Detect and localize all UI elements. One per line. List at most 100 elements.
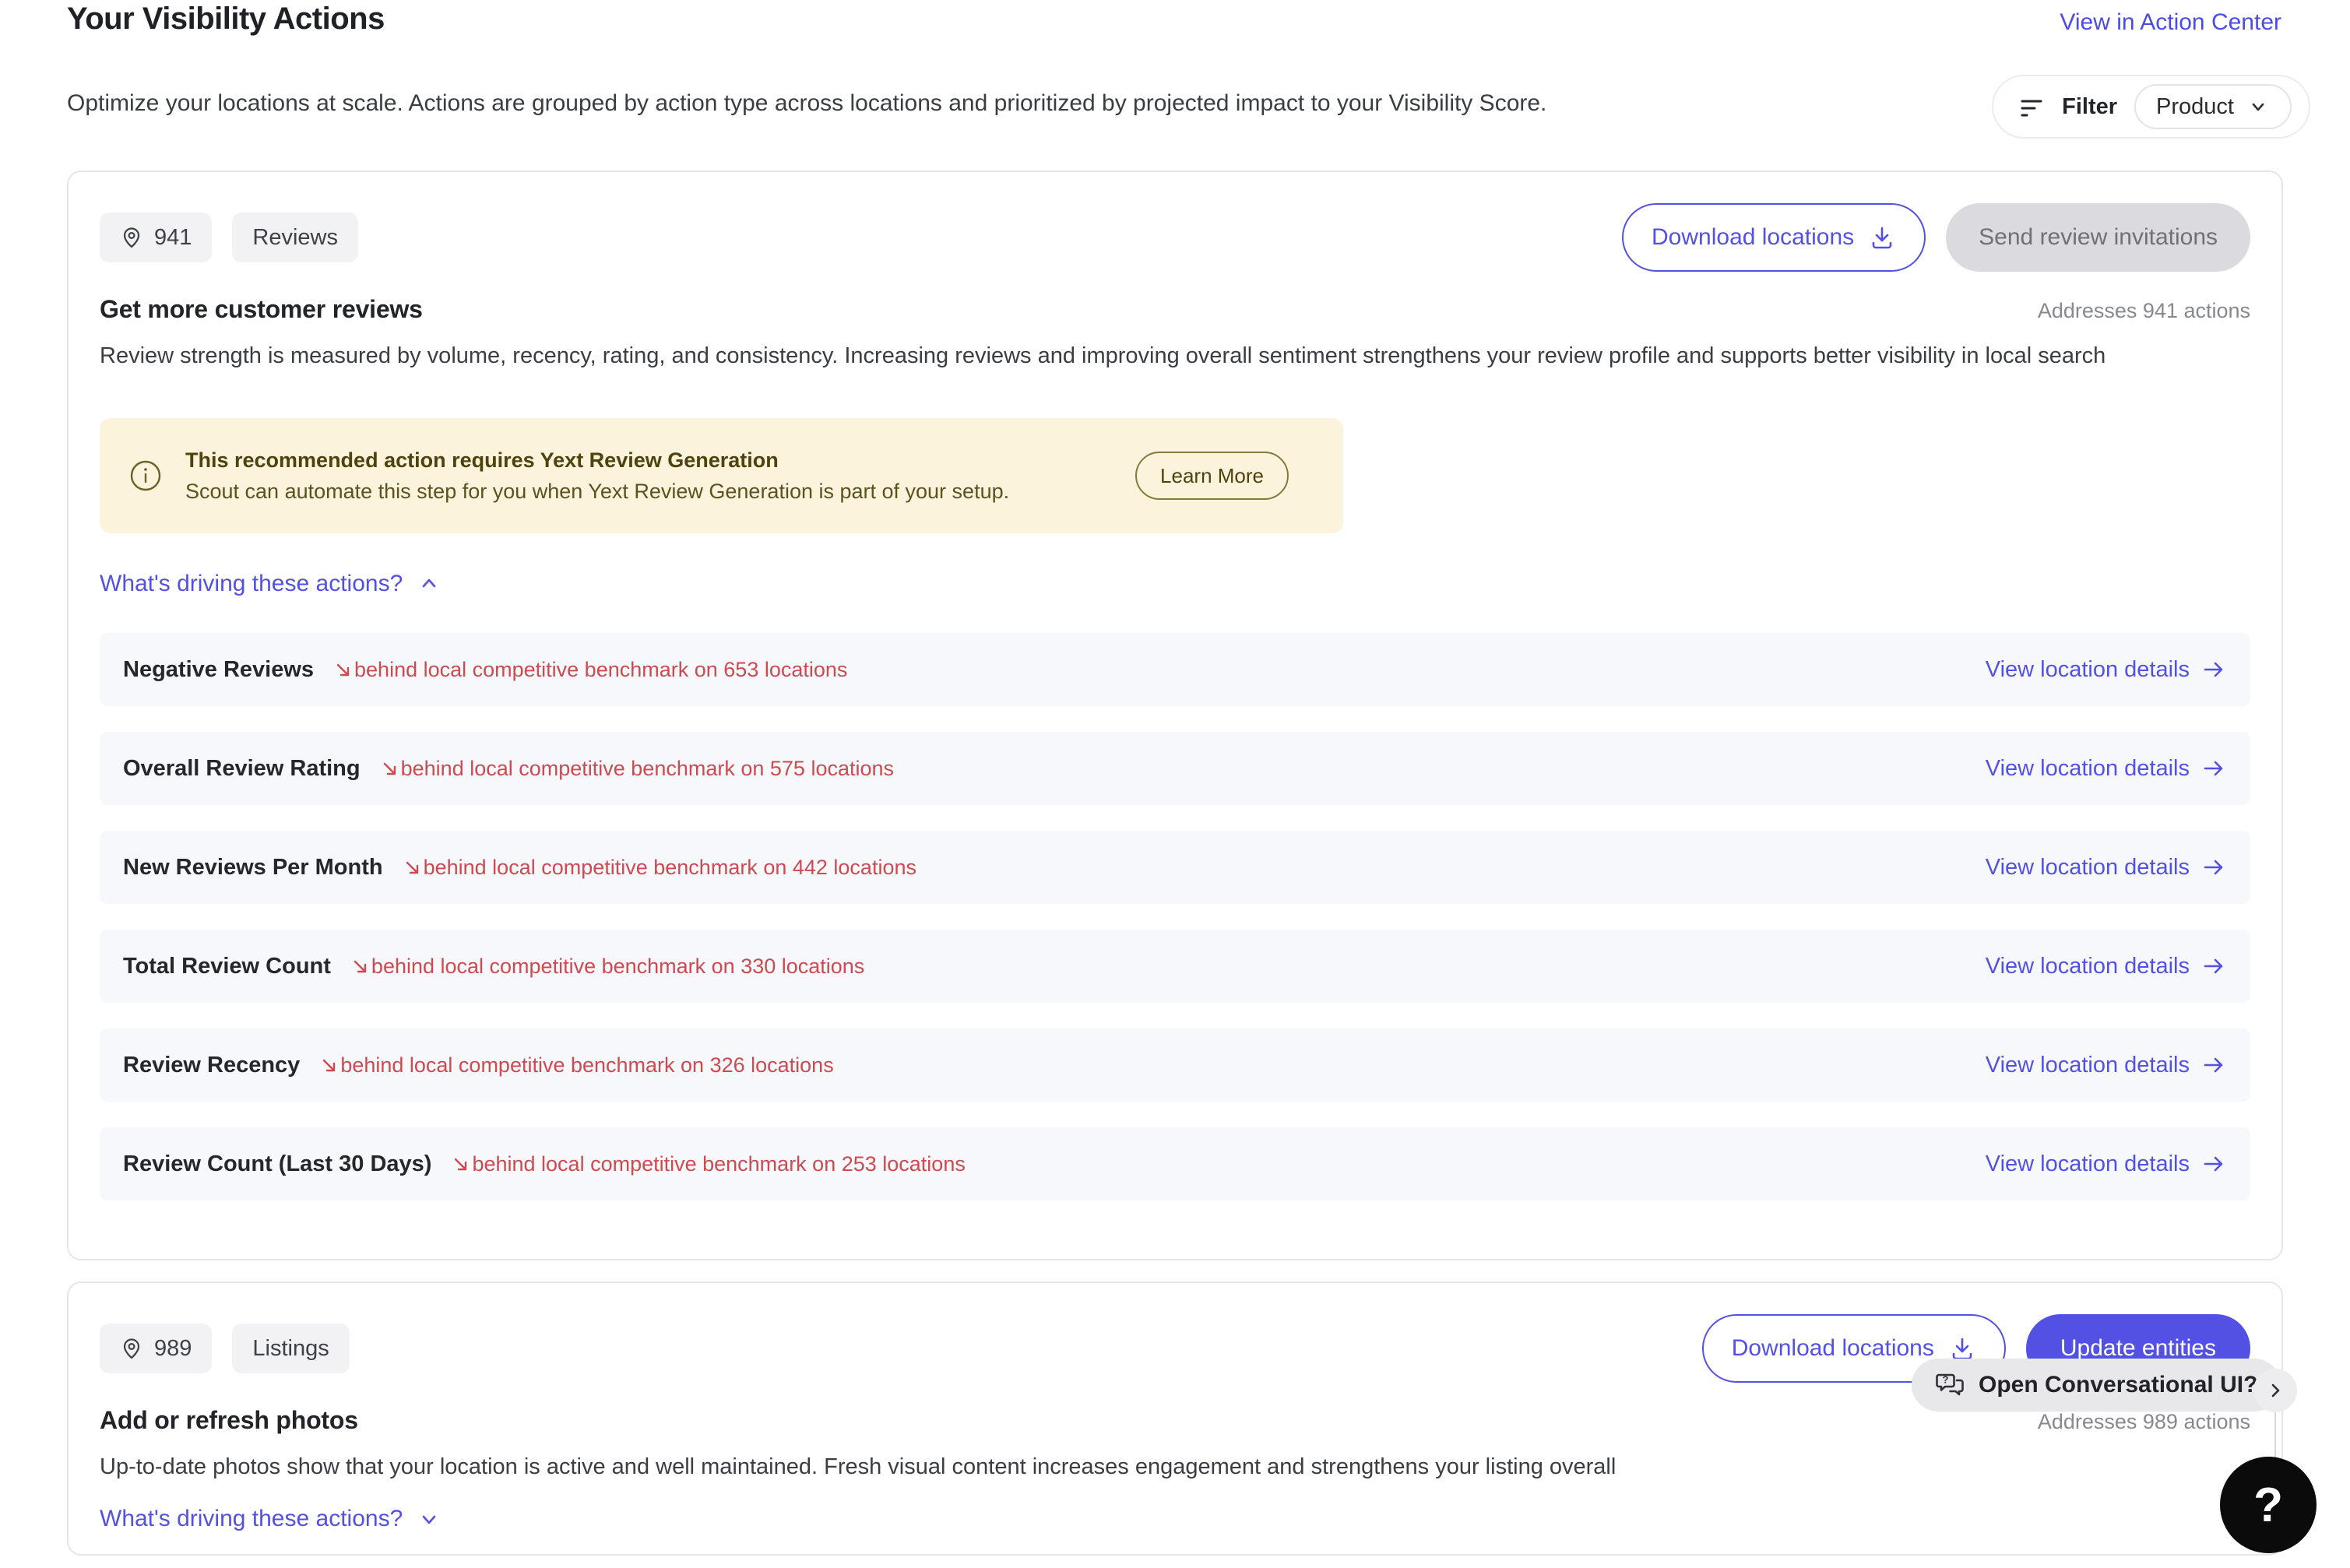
connector-line [2274,1412,2276,1459]
trend-down-right-icon [450,1153,472,1175]
download-icon [1868,223,1896,251]
chevron-right-icon [2264,1379,2287,1402]
help-question-mark: ? [2253,1478,2283,1533]
chevron-up-icon [417,571,442,596]
card-title-row: Add or refresh photos Addresses 989 acti… [100,1406,2250,1435]
whats-driving-label: What's driving these actions? [100,571,403,597]
location-count: 989 [154,1336,192,1362]
banner-subtitle: Scout can automate this step for you whe… [185,480,1009,504]
chevron-down-icon [2246,95,2270,118]
view-location-details-label: View location details [1986,954,2190,979]
download-locations-button[interactable]: Download locations [1622,203,1926,272]
badge-group: 941 Reviews [100,213,358,262]
trend-down-right-icon [379,758,401,779]
send-review-invitations-button[interactable]: Send review invitations [1946,203,2250,272]
arrow-right-icon [2200,1151,2227,1177]
arrow-right-icon [2200,755,2227,782]
download-locations-label: Download locations [1652,224,1854,251]
view-location-details-label: View location details [1986,1151,2190,1177]
category-badge: Listings [232,1324,349,1373]
page-title: Your Visibility Actions [67,2,385,37]
view-location-details-link[interactable]: View location details [1986,656,2227,683]
card-header: 941 Reviews Download locations Send revi… [100,203,2250,272]
info-icon [128,458,164,494]
location-count: 941 [154,225,192,251]
metric-name: Overall Review Rating [123,756,361,782]
view-location-details-link[interactable]: View location details [1986,755,2227,782]
badge-group: 989 Listings [100,1324,350,1373]
category-badge: Reviews [232,213,358,262]
open-conversational-ui-pill[interactable]: ? Open Conversational UI? [1912,1359,2281,1412]
card-title: Get more customer reviews [100,295,423,324]
card-description: Review strength is measured by volume, r… [100,338,2250,374]
metric-detail: behind local competitive benchmark on 33… [371,955,864,979]
trend-down-right-icon [402,856,424,878]
svg-text:?: ? [1943,1374,1949,1386]
metric-name: New Reviews Per Month [123,855,383,881]
metric-name: Total Review Count [123,954,331,979]
arrow-right-icon [2200,1052,2227,1078]
view-location-details-link[interactable]: View location details [1986,854,2227,881]
map-pin-icon [120,1337,143,1360]
review-generation-banner: This recommended action requires Yext Re… [100,418,1343,533]
metric-name: Negative Reviews [123,657,314,683]
learn-more-button[interactable]: Learn More [1135,452,1289,500]
visibility-actions-page: Your Visibility Actions View in Action C… [0,0,2350,1568]
addresses-count: Addresses 989 actions [2038,1410,2250,1434]
view-location-details-link[interactable]: View location details [1986,1052,2227,1078]
filter-icon [2018,93,2045,120]
collapse-chevron-button[interactable] [2253,1369,2297,1412]
metric-detail: behind local competitive benchmark on 57… [401,757,894,781]
filter-control[interactable]: Filter Product [1992,75,2310,139]
chat-bubbles-icon: ? [1935,1369,1966,1401]
view-in-action-center-link[interactable]: View in Action Center [2060,9,2281,36]
filter-product-dropdown[interactable]: Product [2134,84,2292,129]
reviews-action-card: 941 Reviews Download locations Send revi… [67,171,2283,1260]
whats-driving-toggle[interactable]: What's driving these actions? [100,571,442,597]
card-description: Up-to-date photos show that your locatio… [100,1449,2250,1485]
open-conversational-ui-label: Open Conversational UI? [1979,1372,2257,1398]
card-title-row: Get more customer reviews Addresses 941 … [100,295,2250,324]
metric-name: Review Count (Last 30 Days) [123,1151,431,1177]
view-location-details-link[interactable]: View location details [1986,1151,2227,1177]
arrow-right-icon [2200,953,2227,979]
metric-row: Review Recency behind local competitive … [100,1028,2250,1102]
arrow-right-icon [2200,656,2227,683]
card-actions: Download locations Send review invitatio… [1622,203,2250,272]
metric-row: Total Review Count behind local competit… [100,930,2250,1003]
view-location-details-label: View location details [1986,1053,2190,1078]
trend-down-right-icon [350,955,371,977]
banner-title: This recommended action requires Yext Re… [185,448,1009,473]
whats-driving-label: What's driving these actions? [100,1506,403,1532]
metric-detail: behind local competitive benchmark on 65… [354,658,847,682]
metric-name: Review Recency [123,1053,300,1078]
view-location-details-label: View location details [1986,855,2190,881]
listings-action-card: 989 Listings Download locations Update e… [67,1281,2283,1556]
filter-product-value: Product [2156,94,2234,120]
metric-row: Review Count (Last 30 Days) behind local… [100,1127,2250,1201]
view-location-details-label: View location details [1986,756,2190,782]
filter-label: Filter [2062,94,2117,120]
metric-row: New Reviews Per Month behind local compe… [100,831,2250,904]
card-title: Add or refresh photos [100,1406,358,1435]
metric-row: Overall Review Rating behind local compe… [100,732,2250,805]
arrow-right-icon [2200,854,2227,881]
metric-row: Negative Reviews behind local competitiv… [100,633,2250,706]
metric-detail: behind local competitive benchmark on 25… [472,1152,965,1176]
map-pin-icon [120,226,143,249]
view-location-details-label: View location details [1986,657,2190,683]
location-count-badge: 941 [100,213,212,262]
help-button[interactable]: ? [2220,1457,2317,1553]
metric-detail: behind local competitive benchmark on 32… [340,1053,833,1078]
banner-texts: This recommended action requires Yext Re… [185,448,1009,504]
page-subtitle: Optimize your locations at scale. Action… [67,90,1546,117]
trend-down-right-icon [318,1054,340,1076]
whats-driving-toggle[interactable]: What's driving these actions? [100,1506,442,1532]
trend-down-right-icon [332,659,354,680]
metric-rows: Negative Reviews behind local competitiv… [100,633,2250,1201]
metric-detail: behind local competitive benchmark on 44… [424,856,916,880]
view-location-details-link[interactable]: View location details [1986,953,2227,979]
location-count-badge: 989 [100,1324,212,1373]
chevron-down-icon [417,1506,442,1531]
download-locations-label: Download locations [1732,1335,1934,1362]
